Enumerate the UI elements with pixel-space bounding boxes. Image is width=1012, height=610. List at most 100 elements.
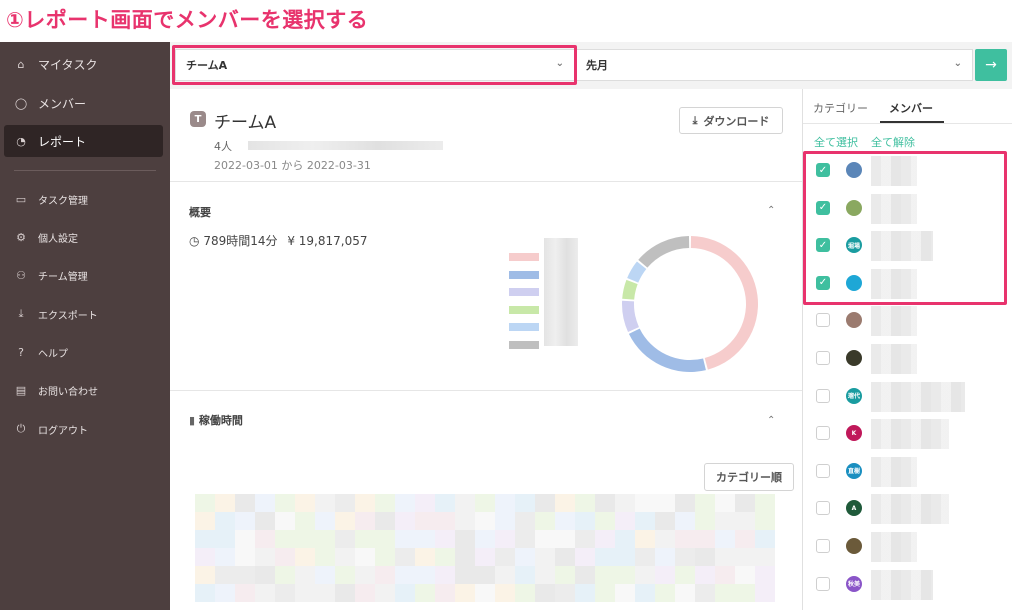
member-row[interactable]: 秋美 (803, 566, 1012, 604)
mosaic-cell (475, 494, 495, 512)
mosaic-cell (695, 584, 715, 602)
mosaic-cell (615, 584, 635, 602)
mosaic-cell (655, 566, 675, 584)
mosaic-cell (435, 494, 455, 512)
sidebar-item[interactable]: ◔ レポート (4, 125, 163, 157)
blurred-member-name (871, 494, 949, 525)
mosaic-cell (335, 530, 355, 548)
mosaic-cell (755, 512, 775, 530)
mosaic-cell (195, 530, 215, 548)
mosaic-cell (575, 530, 595, 548)
blurred-legend-labels (544, 238, 578, 346)
download-button[interactable]: ⤓ ダウンロード (679, 107, 783, 134)
blurred-member-name (871, 306, 917, 337)
period-select[interactable]: 先月 ⌄ (575, 49, 973, 81)
mosaic-cell (395, 512, 415, 530)
mosaic-cell (435, 512, 455, 530)
date-range: 2022-03-01 から 2022-03-31 (214, 159, 371, 172)
mosaic-cell (255, 548, 275, 566)
mosaic-cell (395, 548, 415, 566)
member-row[interactable] (803, 528, 1012, 566)
mosaic-cell (535, 530, 555, 548)
avatar: 秋美 (846, 575, 862, 592)
chevron-up-icon[interactable]: ⌃ (767, 205, 775, 216)
sidebar-item[interactable]: ▤ お問い合わせ (4, 374, 163, 406)
sidebar-item-label: エクスポート (38, 310, 98, 322)
sidebar-item[interactable]: ⚇ チーム管理 (4, 259, 163, 291)
mosaic-cell (515, 530, 535, 548)
mosaic-cell (535, 548, 555, 566)
mosaic-cell (335, 584, 355, 602)
mosaic-cell (675, 548, 695, 566)
category-order-button[interactable]: カテゴリー順 (704, 463, 794, 491)
mosaic-cell (255, 584, 275, 602)
legend-swatch (509, 270, 539, 279)
mosaic-cell (715, 512, 735, 530)
member-row[interactable] (803, 302, 1012, 340)
donut-slice (622, 279, 638, 300)
member-checkbox[interactable] (816, 539, 830, 553)
sidebar-item[interactable]: ? ヘルプ (4, 336, 163, 368)
mosaic-cell (195, 548, 215, 566)
mosaic-cell (315, 512, 335, 530)
deselect-all-link[interactable]: 全て解除 (871, 134, 915, 150)
arrow-right-icon: → (985, 57, 997, 73)
mosaic-cell (595, 566, 615, 584)
sidebar-item[interactable]: ▭ タスク管理 (4, 183, 163, 215)
mosaic-cell (635, 584, 655, 602)
mosaic-cell (715, 584, 735, 602)
mosaic-cell (555, 548, 575, 566)
mosaic-cell (215, 548, 235, 566)
mosaic-cell (315, 530, 335, 548)
mosaic-cell (475, 584, 495, 602)
mosaic-cell (715, 530, 735, 548)
member-row[interactable]: A (803, 490, 1012, 528)
member-checkbox[interactable] (816, 388, 830, 403)
mosaic-cell (495, 530, 515, 548)
tab-category[interactable]: カテゴリー (813, 100, 868, 116)
sidebar-item[interactable]: ⌂ マイタスク (4, 48, 163, 80)
download-label: ダウンロード (703, 114, 770, 128)
sidebar-item-label: チーム管理 (38, 271, 88, 283)
mosaic-cell (455, 548, 475, 566)
chat-icon: ▤ (15, 383, 27, 397)
member-row[interactable]: 瑠代 (803, 378, 1012, 416)
mosaic-cell (415, 566, 435, 584)
sidebar-item-label: ログアウト (38, 425, 88, 437)
apply-button[interactable]: → (975, 49, 1007, 81)
mosaic-cell (375, 548, 395, 566)
mosaic-cell (455, 566, 475, 584)
sidebar-item[interactable]: ⤓ エクスポート (4, 298, 163, 330)
mosaic-cell (295, 584, 315, 602)
mosaic-cell (395, 584, 415, 602)
member-checkbox[interactable] (816, 576, 830, 591)
chevron-up-icon[interactable]: ⌃ (767, 415, 775, 426)
mosaic-cell (415, 512, 435, 530)
member-checkbox[interactable] (816, 313, 830, 328)
mosaic-cell (335, 494, 355, 512)
divider (170, 181, 802, 182)
mosaic-cell (735, 494, 755, 512)
sidebar-item[interactable]: ◯ メンバー (4, 87, 163, 119)
member-checkbox[interactable] (816, 501, 830, 516)
mosaic-cell (295, 548, 315, 566)
mosaic-cell (675, 566, 695, 584)
mosaic-cell (475, 512, 495, 530)
sidebar-item[interactable]: ⚙ 個人設定 (4, 221, 163, 253)
mosaic-cell (275, 530, 295, 548)
member-row[interactable] (803, 340, 1012, 378)
member-row[interactable]: 直樹 (803, 453, 1012, 491)
member-checkbox[interactable] (816, 463, 830, 478)
member-checkbox[interactable] (816, 351, 830, 365)
mosaic-cell (475, 548, 495, 566)
sidebar-item[interactable]: ⏻ ログアウト (4, 413, 163, 445)
category-donut-chart (622, 236, 758, 372)
tab-members[interactable]: メンバー (889, 100, 933, 116)
mosaic-cell (395, 494, 415, 512)
member-checkbox[interactable] (816, 426, 830, 441)
avatar: K (846, 425, 862, 442)
member-row[interactable]: K (803, 415, 1012, 453)
select-all-link[interactable]: 全て選択 (814, 134, 858, 150)
donut-slice (622, 300, 639, 333)
gear-icon: ⚙ (16, 230, 26, 244)
